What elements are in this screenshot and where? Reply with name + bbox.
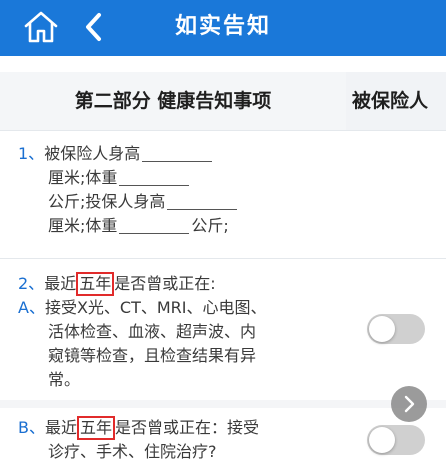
question-1: 1、被保险人身高 厘米;体重 公斤;投保人身高 厘米;体重 公斤; bbox=[18, 142, 348, 238]
divider bbox=[0, 400, 446, 408]
option-text: 最近 bbox=[44, 418, 77, 437]
column-header-row: 第二部分 健康告知事项 被保险人 bbox=[0, 72, 446, 130]
option-text: 接受X光、CT、MRI、心电图、 bbox=[44, 298, 267, 317]
question-text: 是否曾或正在: bbox=[114, 274, 216, 293]
page-title: 如实告知 bbox=[174, 14, 271, 39]
option-text: 诊疗、手术、住院治疗? bbox=[48, 442, 217, 461]
next-button[interactable] bbox=[391, 386, 427, 422]
toggle-knob bbox=[369, 427, 395, 453]
question-number: 1、 bbox=[18, 144, 45, 163]
divider bbox=[0, 130, 446, 131]
question-number: 2、 bbox=[18, 274, 45, 293]
divider bbox=[0, 258, 446, 259]
question-text: 厘米;体重 bbox=[48, 168, 118, 187]
question-text: 被保险人身高 bbox=[44, 144, 141, 163]
option-letter: A、 bbox=[18, 298, 45, 317]
toggle-knob bbox=[369, 316, 395, 342]
option-a-toggle[interactable] bbox=[367, 314, 425, 344]
header-gap bbox=[0, 56, 446, 72]
section-title: 第二部分 健康告知事项 bbox=[74, 90, 272, 112]
highlight-box: 五年 bbox=[76, 272, 115, 296]
insured-column-header: 被保险人 bbox=[346, 72, 446, 130]
option-text: 是否曾或正在：接受 bbox=[115, 418, 260, 437]
chevron-right-icon bbox=[404, 395, 415, 413]
question-text: 公斤;投保人身高 bbox=[48, 192, 166, 211]
option-b-toggle[interactable] bbox=[367, 425, 425, 455]
option-text: 常。 bbox=[48, 370, 81, 389]
question-text: 最近 bbox=[44, 274, 77, 293]
height-input[interactable] bbox=[142, 148, 213, 162]
question-text: 公斤; bbox=[191, 216, 229, 235]
weight-input[interactable] bbox=[119, 172, 190, 186]
question-2-option-b: B、最近 五年 是否曾或正在：接受 诊疗、手术、住院治疗? bbox=[18, 416, 358, 464]
question-2: 2、最近 五年 是否曾或正在: A、接受X光、CT、MRI、心电图、 活体检查、血液… bbox=[18, 272, 348, 392]
app-header: 如实告知 bbox=[0, 0, 446, 56]
applicant-weight-input[interactable] bbox=[119, 220, 190, 234]
option-text: 活体检查、血液、超声波、内 bbox=[48, 322, 257, 341]
highlight-box: 五年 bbox=[77, 416, 116, 440]
option-letter: B、 bbox=[18, 418, 45, 437]
question-text: 厘米;体重 bbox=[48, 216, 118, 235]
applicant-height-input[interactable] bbox=[167, 196, 238, 210]
option-text: 窥镜等检查，且检查结果有异 bbox=[48, 346, 257, 365]
